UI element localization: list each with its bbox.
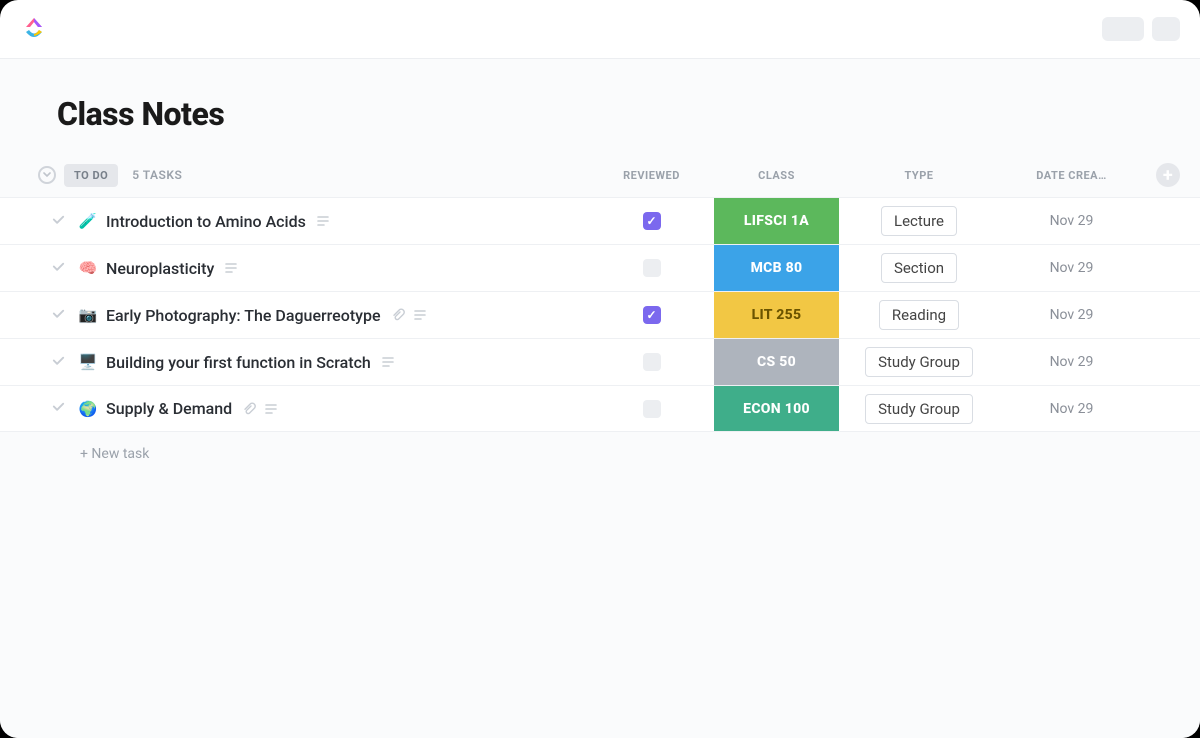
list-header: TO DO 5 TASKS REVIEWED CLASS TYPE DATE C… xyxy=(0,163,1200,197)
task-title[interactable]: Early Photography: The Daguerreotype xyxy=(106,306,381,325)
task-emoji: 🧠 xyxy=(78,259,98,277)
cell-type[interactable]: Section xyxy=(839,245,999,291)
cell-reviewed[interactable] xyxy=(589,386,714,431)
cell-reviewed[interactable] xyxy=(589,198,714,244)
description-icon xyxy=(413,308,427,322)
task-extras xyxy=(316,214,330,228)
type-tag[interactable]: Study Group xyxy=(865,347,973,377)
cell-date: Nov 29 xyxy=(999,198,1144,244)
type-tag[interactable]: Lecture xyxy=(881,206,957,236)
check-icon xyxy=(51,399,66,414)
row-status-check[interactable] xyxy=(0,259,78,278)
row-cells: CS 50 Study Group Nov 29 xyxy=(589,339,1200,385)
description-icon xyxy=(264,402,278,416)
cell-reviewed[interactable] xyxy=(589,292,714,338)
task-list: 🧪 Introduction to Amino Acids LIFSCI 1A Lec… xyxy=(0,197,1200,432)
class-pill[interactable]: LIFSCI 1A xyxy=(714,198,839,244)
type-tag[interactable]: Section xyxy=(881,253,957,283)
app-window: Class Notes TO DO 5 TASKS REVIEWED CLASS… xyxy=(0,0,1200,738)
description-icon xyxy=(224,261,238,275)
topbar-actions xyxy=(1102,17,1180,41)
task-extras xyxy=(224,261,238,275)
topbar xyxy=(0,0,1200,59)
check-icon xyxy=(51,259,66,274)
task-row[interactable]: 🖥️ Building your first function in Scratc… xyxy=(0,338,1200,385)
cell-class[interactable]: CS 50 xyxy=(714,339,839,385)
clickup-logo-icon xyxy=(20,15,48,43)
topbar-button-a[interactable] xyxy=(1102,17,1144,41)
cell-class[interactable]: LIFSCI 1A xyxy=(714,198,839,244)
reviewed-checkbox[interactable] xyxy=(643,259,661,277)
task-emoji: 🧪 xyxy=(78,212,98,230)
task-row[interactable]: 🧪 Introduction to Amino Acids LIFSCI 1A Lec… xyxy=(0,197,1200,244)
row-cells: MCB 80 Section Nov 29 xyxy=(589,245,1200,291)
content-area: Class Notes TO DO 5 TASKS REVIEWED CLASS… xyxy=(0,59,1200,738)
description-icon xyxy=(381,355,395,369)
task-extras xyxy=(391,308,427,322)
task-title[interactable]: Introduction to Amino Acids xyxy=(106,212,306,231)
cell-class[interactable]: MCB 80 xyxy=(714,245,839,291)
check-icon xyxy=(51,306,66,321)
task-title[interactable]: Supply & Demand xyxy=(106,399,232,418)
cell-reviewed[interactable] xyxy=(589,339,714,385)
reviewed-checkbox[interactable] xyxy=(643,212,661,230)
cell-type[interactable]: Study Group xyxy=(839,339,999,385)
reviewed-checkbox[interactable] xyxy=(643,353,661,371)
row-status-check[interactable] xyxy=(0,306,78,325)
task-title[interactable]: Neuroplasticity xyxy=(106,259,214,278)
check-icon xyxy=(51,353,66,368)
description-icon xyxy=(316,214,330,228)
attachment-icon xyxy=(391,308,405,322)
row-cells: LIT 255 Reading Nov 29 xyxy=(589,292,1200,338)
status-pill[interactable]: TO DO xyxy=(64,164,118,187)
task-row[interactable]: 🧠 Neuroplasticity MCB 80 Section Nov 29 xyxy=(0,244,1200,291)
column-header-reviewed[interactable]: REVIEWED xyxy=(589,169,714,182)
reviewed-checkbox[interactable] xyxy=(643,400,661,418)
chevron-down-icon xyxy=(43,171,51,179)
cell-type[interactable]: Reading xyxy=(839,292,999,338)
column-headers: REVIEWED CLASS TYPE DATE CREA… + xyxy=(589,163,1200,187)
task-title[interactable]: Building your first function in Scratch xyxy=(106,353,371,372)
app-logo[interactable] xyxy=(20,15,48,43)
task-extras xyxy=(381,355,395,369)
task-row[interactable]: 🌍 Supply & Demand ECON 100 Study Group Nov 2… xyxy=(0,385,1200,432)
task-emoji: 🖥️ xyxy=(78,353,98,371)
cell-date: Nov 29 xyxy=(999,386,1144,431)
task-extras xyxy=(242,402,278,416)
class-pill[interactable]: LIT 255 xyxy=(714,292,839,338)
column-header-class[interactable]: CLASS xyxy=(714,169,839,182)
cell-type[interactable]: Lecture xyxy=(839,198,999,244)
reviewed-checkbox[interactable] xyxy=(643,306,661,324)
topbar-button-b[interactable] xyxy=(1152,17,1180,41)
task-emoji: 🌍 xyxy=(78,400,98,418)
class-pill[interactable]: MCB 80 xyxy=(714,245,839,291)
row-status-check[interactable] xyxy=(0,212,78,231)
cell-type[interactable]: Study Group xyxy=(839,386,999,431)
task-count: 5 TASKS xyxy=(132,168,182,182)
row-cells: ECON 100 Study Group Nov 29 xyxy=(589,386,1200,431)
check-icon xyxy=(51,212,66,227)
row-cells: LIFSCI 1A Lecture Nov 29 xyxy=(589,198,1200,244)
collapse-toggle[interactable] xyxy=(38,166,56,184)
page-title: Class Notes xyxy=(0,95,1200,163)
class-pill[interactable]: ECON 100 xyxy=(714,386,839,431)
cell-class[interactable]: LIT 255 xyxy=(714,292,839,338)
type-tag[interactable]: Study Group xyxy=(865,394,973,424)
column-header-date[interactable]: DATE CREA… xyxy=(999,169,1144,182)
row-status-check[interactable] xyxy=(0,353,78,372)
task-row[interactable]: 📷 Early Photography: The Daguerreotype LIT… xyxy=(0,291,1200,338)
column-header-type[interactable]: TYPE xyxy=(839,169,999,182)
cell-date: Nov 29 xyxy=(999,245,1144,291)
cell-reviewed[interactable] xyxy=(589,245,714,291)
cell-date: Nov 29 xyxy=(999,339,1144,385)
type-tag[interactable]: Reading xyxy=(879,300,959,330)
new-task-button[interactable]: + New task xyxy=(0,432,1200,462)
cell-date: Nov 29 xyxy=(999,292,1144,338)
cell-class[interactable]: ECON 100 xyxy=(714,386,839,431)
class-pill[interactable]: CS 50 xyxy=(714,339,839,385)
add-column-button[interactable]: + xyxy=(1156,163,1180,187)
task-emoji: 📷 xyxy=(78,306,98,324)
row-status-check[interactable] xyxy=(0,399,78,418)
attachment-icon xyxy=(242,402,256,416)
